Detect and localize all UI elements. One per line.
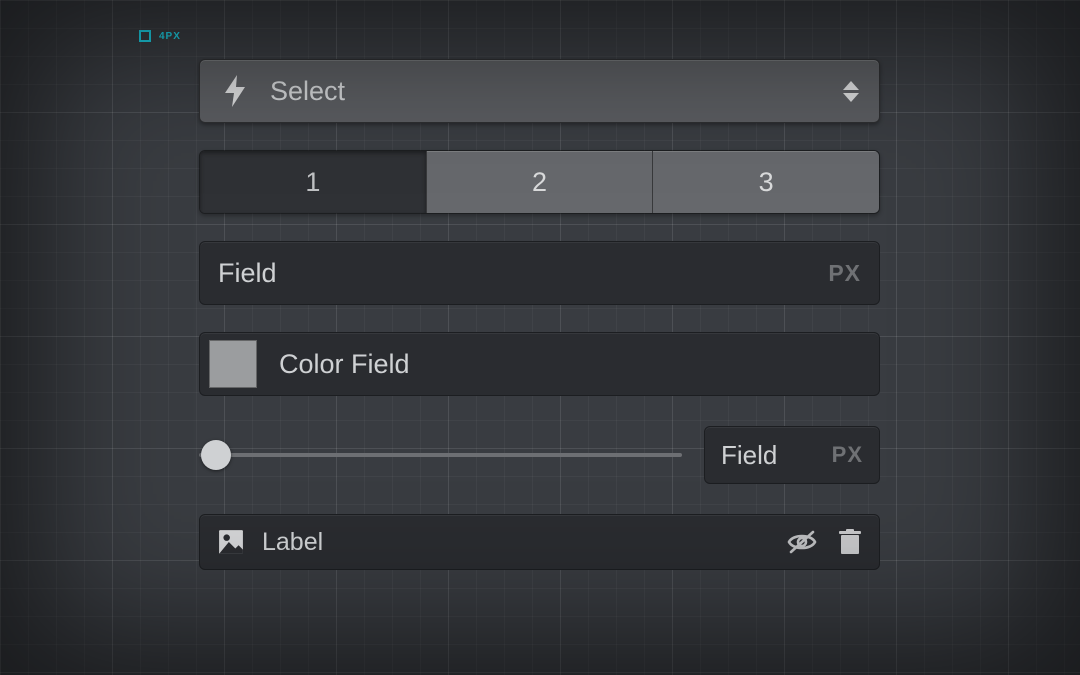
text-field[interactable]: Field PX: [199, 241, 880, 305]
segmented-control: 1 2 3: [199, 150, 880, 214]
segment-3[interactable]: 3: [652, 151, 879, 213]
chevron-up-down-icon: [823, 81, 879, 102]
trash-icon[interactable]: [839, 529, 861, 555]
color-swatch[interactable]: [209, 340, 257, 388]
segment-1-label: 1: [305, 167, 320, 198]
text-field-label: Field: [218, 258, 810, 289]
slider-value-unit: PX: [832, 442, 863, 468]
select-dropdown[interactable]: Select: [199, 59, 880, 123]
grid-unit-badge: 4PX: [139, 30, 181, 42]
control-stack: Select 1 2 3 Field PX Color Field Fi: [199, 59, 880, 570]
color-field-label: Color Field: [279, 349, 861, 380]
segment-2[interactable]: 2: [426, 151, 653, 213]
slider-value-label: Field: [721, 440, 777, 471]
slider-thumb[interactable]: [201, 440, 231, 470]
slider-track: [199, 453, 682, 457]
label-row: Label: [199, 514, 880, 570]
grid-unit-square-icon: [139, 30, 151, 42]
picture-icon: [218, 529, 244, 555]
label-row-title: Label: [262, 528, 769, 557]
slider[interactable]: [199, 423, 682, 487]
bolt-icon: [200, 75, 270, 107]
segment-1[interactable]: 1: [200, 151, 426, 213]
slider-row: Field PX: [199, 423, 880, 487]
segment-3-label: 3: [759, 167, 774, 198]
eye-off-icon[interactable]: [787, 530, 817, 554]
segment-2-label: 2: [532, 167, 547, 198]
slider-value-field[interactable]: Field PX: [704, 426, 880, 484]
text-field-unit: PX: [828, 260, 861, 287]
grid-unit-label: 4PX: [159, 31, 181, 42]
select-label: Select: [270, 76, 823, 107]
color-field[interactable]: Color Field: [199, 332, 880, 396]
